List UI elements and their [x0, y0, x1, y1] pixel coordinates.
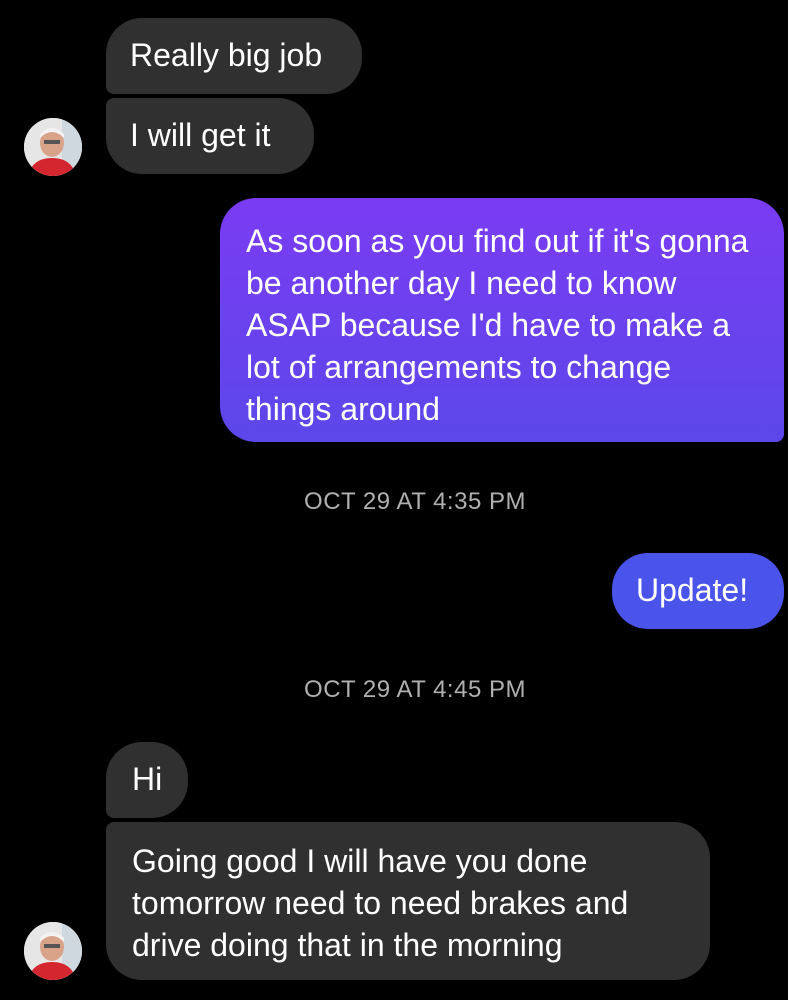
- contact-avatar-icon: [24, 922, 82, 980]
- message-bubble-incoming[interactable]: Going good I will have you done tomorrow…: [106, 822, 710, 980]
- message-text: Update!: [636, 572, 749, 608]
- timestamp: OCT 29 AT 4:35 PM: [304, 488, 526, 515]
- message-text: I will get it: [130, 117, 271, 153]
- message-text: Really big job: [130, 37, 323, 73]
- contact-avatar[interactable]: [24, 922, 82, 980]
- message-bubble-outgoing[interactable]: Update!: [612, 553, 784, 629]
- message-text: As soon as you find out if it's gonna be…: [246, 223, 749, 427]
- message-text: Hi: [132, 761, 163, 797]
- message-text: Going good I will have you done tomorrow…: [132, 843, 629, 963]
- timestamp: OCT 29 AT 4:45 PM: [304, 676, 526, 703]
- message-bubble-incoming[interactable]: I will get it: [106, 98, 314, 174]
- message-bubble-incoming[interactable]: Hi: [106, 742, 188, 818]
- message-bubble-outgoing[interactable]: As soon as you find out if it's gonna be…: [220, 198, 784, 442]
- contact-avatar[interactable]: [24, 118, 82, 176]
- contact-avatar-icon: [24, 118, 82, 176]
- message-bubble-incoming[interactable]: Really big job: [106, 18, 362, 94]
